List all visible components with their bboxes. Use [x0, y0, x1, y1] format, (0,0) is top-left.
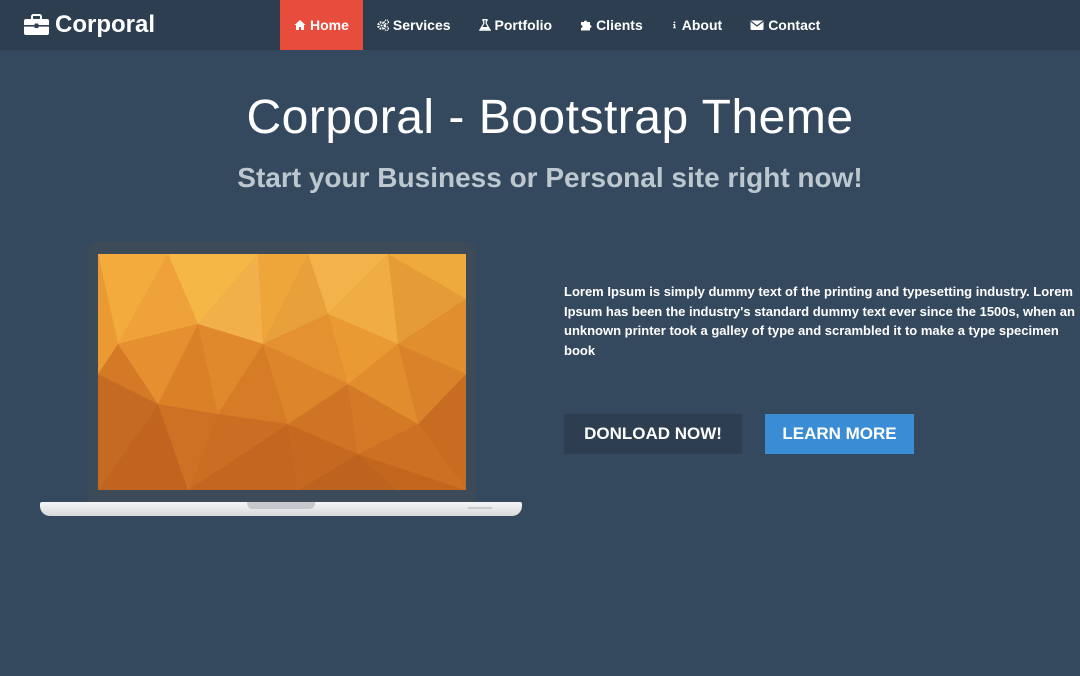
- nav-about-label: About: [681, 17, 723, 33]
- laptop-screen: [98, 254, 466, 490]
- laptop-foot: [468, 507, 492, 509]
- nav-services[interactable]: Services: [363, 0, 465, 50]
- nav-contact[interactable]: Contact: [736, 0, 834, 50]
- nav-services-label: Services: [392, 17, 451, 33]
- nav-clients[interactable]: Clients: [566, 0, 657, 50]
- nav-contact-label: Contact: [768, 17, 821, 33]
- learn-more-button[interactable]: LEARN MORE: [765, 414, 914, 454]
- gears-icon: [377, 19, 389, 31]
- laptop-notch: [247, 502, 315, 509]
- nav-portfolio-label: Portfolio: [494, 17, 553, 33]
- puzzle-icon: [581, 20, 592, 31]
- hero-subtitle: Start your Business or Personal site rig…: [237, 162, 863, 193]
- nav-home-label: Home: [310, 17, 349, 33]
- laptop-lid: [88, 242, 476, 502]
- brand-name: Corporal: [55, 11, 156, 38]
- hero-blurb: Lorem Ipsum is simply dummy text of the …: [564, 284, 1075, 358]
- nav-portfolio[interactable]: Portfolio: [465, 0, 567, 50]
- brand-link[interactable]: Corporal: [24, 8, 155, 42]
- nav-clients-label: Clients: [596, 17, 643, 33]
- main-nav: Home Services Portfolio Clients About Co…: [280, 0, 834, 50]
- flask-icon: [478, 19, 491, 31]
- info-icon: [672, 21, 676, 29]
- hero-title: Corporal - Bootstrap Theme: [246, 91, 854, 144]
- low-poly-wallpaper: [98, 254, 466, 490]
- laptop-illustration: [40, 242, 524, 522]
- home-icon: [294, 20, 306, 30]
- briefcase-icon: [24, 14, 49, 35]
- nav-about[interactable]: About: [657, 0, 736, 50]
- nav-home[interactable]: Home: [280, 0, 363, 50]
- download-now-button[interactable]: DONLOAD NOW!: [564, 414, 742, 454]
- navbar: Corporal Home Services Portfolio Clients…: [0, 0, 1080, 50]
- envelope-icon: [750, 20, 764, 30]
